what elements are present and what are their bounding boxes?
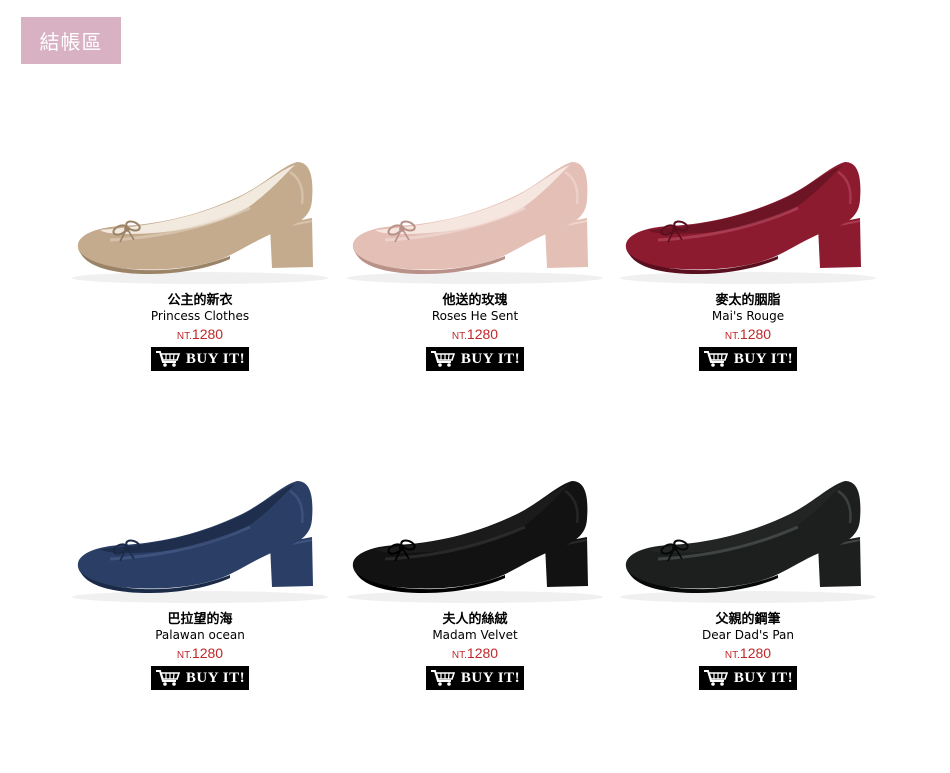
product-name-zh: 夫人的絲絨 [442,612,508,627]
buy-it-label: BUY IT! [185,669,246,686]
product-price: NT.1280 [325,645,625,664]
product-price: NT.1280 [598,645,898,664]
buy-it-button[interactable]: BUY IT! [699,666,797,690]
buy-it-label: BUY IT! [733,669,794,686]
price-amount: 1280 [191,326,224,342]
buy-it-label: BUY IT! [733,350,794,367]
buy-it-button[interactable]: BUY IT! [699,347,797,371]
product-price: NT.1280 [50,326,350,345]
price-currency: NT. [176,331,192,342]
buy-it-label: BUY IT! [460,669,521,686]
price-currency: NT. [451,331,467,342]
product-price: NT.1280 [598,326,898,345]
price-amount: 1280 [466,326,499,342]
buy-it-button[interactable]: BUY IT! [426,347,524,371]
product-name-en: Palawan ocean [155,628,245,642]
product-name-zh: 他送的玫瑰 [442,293,508,308]
product-name-en: Princess Clothes [150,309,250,323]
shoe-image[interactable] [598,160,898,290]
buy-it-label: BUY IT! [460,350,521,367]
price-currency: NT. [724,331,740,342]
shoe-image[interactable] [325,479,625,609]
product-price: NT.1280 [325,326,625,345]
shopping-cart-icon [430,670,456,686]
price-currency: NT. [451,650,467,661]
price-amount: 1280 [739,645,772,661]
shopping-cart-icon [703,670,729,686]
price-currency: NT. [724,650,740,661]
product-name-en: Mai's Rouge [711,309,785,323]
product-name-en: Madam Velvet [432,628,518,642]
shoe-image[interactable] [50,479,350,609]
shopping-cart-icon [430,351,456,367]
product-name-zh: 巴拉望的海 [167,612,233,627]
product-name-zh: 公主的新衣 [167,293,233,308]
buy-it-button[interactable]: BUY IT! [151,666,249,690]
product-name-en: Dear Dad's Pan [702,628,794,642]
buy-it-button[interactable]: BUY IT! [426,666,524,690]
buy-it-label: BUY IT! [185,350,246,367]
product-name-en: Roses He Sent [431,309,519,323]
product-name-zh: 麥太的胭脂 [715,293,781,308]
shoe-image[interactable] [325,160,625,290]
checkout-tab[interactable]: 結帳區 [21,17,121,64]
product-price: NT.1280 [50,645,350,664]
price-amount: 1280 [739,326,772,342]
shopping-cart-icon [703,351,729,367]
product-name-zh: 父親的鋼筆 [715,612,781,627]
shoe-image[interactable] [598,479,898,609]
price-amount: 1280 [466,645,499,661]
price-currency: NT. [176,650,192,661]
shoe-image[interactable] [50,160,350,290]
price-amount: 1280 [191,645,224,661]
shopping-cart-icon [155,351,181,367]
shopping-cart-icon [155,670,181,686]
buy-it-button[interactable]: BUY IT! [151,347,249,371]
